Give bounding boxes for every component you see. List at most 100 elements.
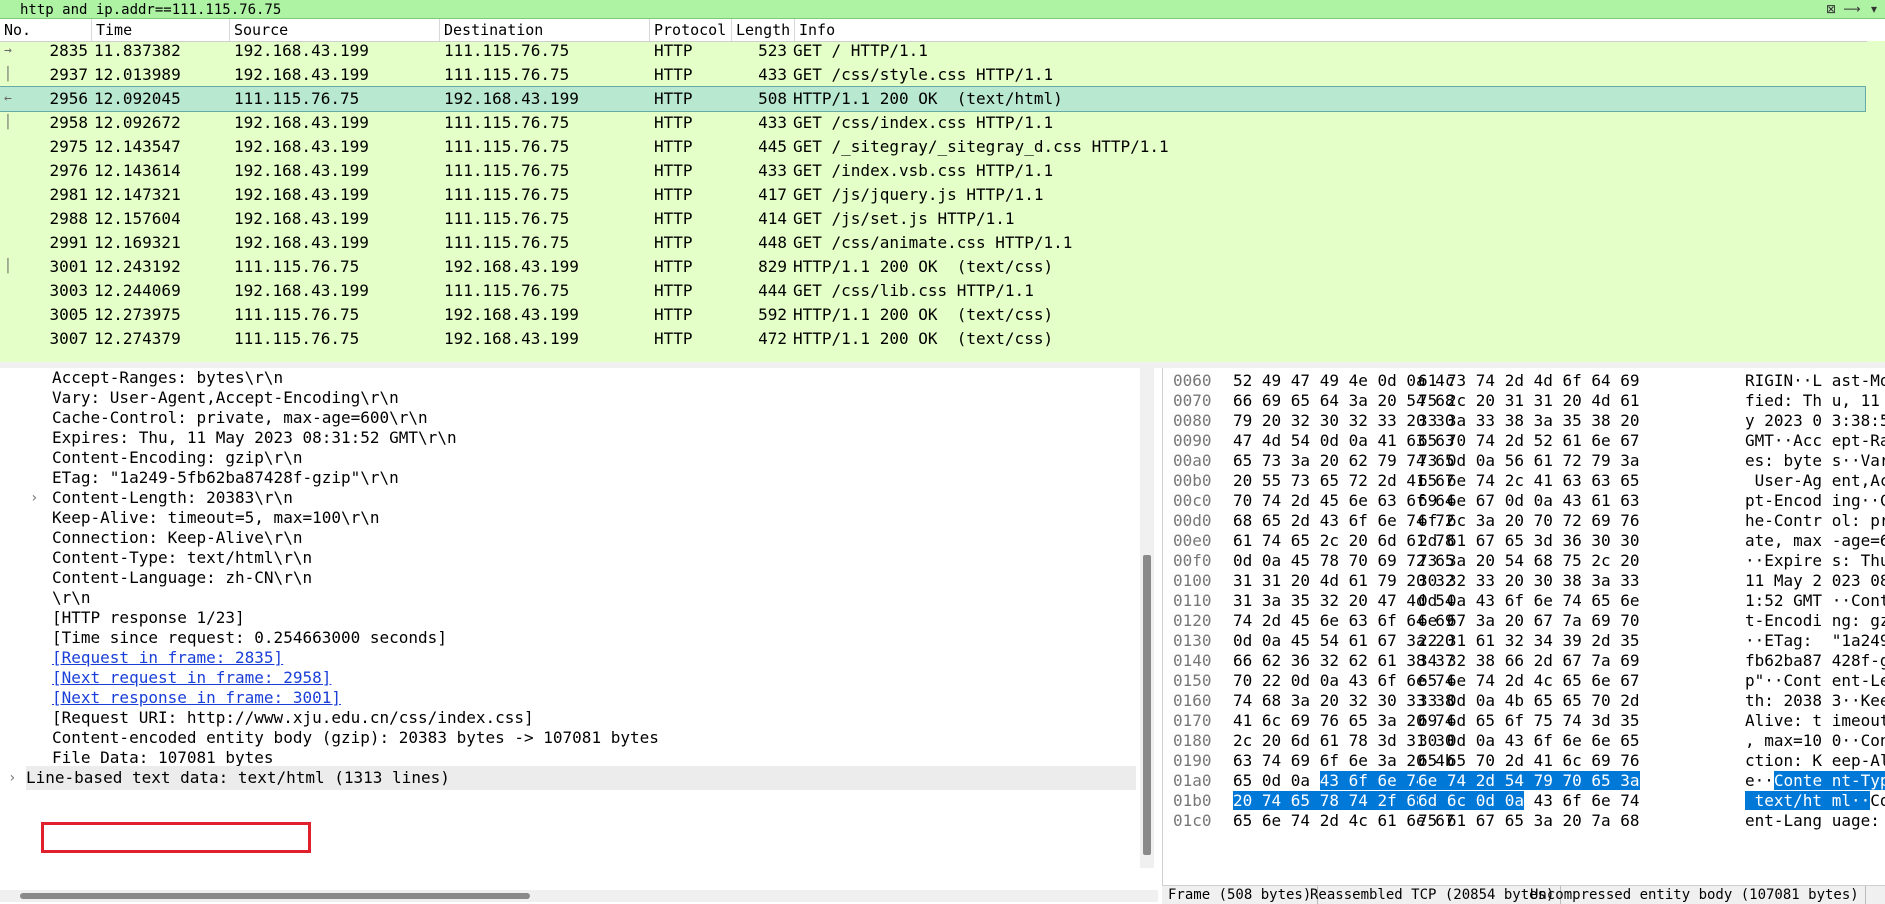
expand-arrow-icon[interactable]: › — [30, 490, 38, 506]
packet-destination: 192.168.43.199 — [444, 257, 579, 276]
column-header-info[interactable]: Info — [795, 19, 1885, 41]
packet-row[interactable]: → 2835 11.837382 192.168.43.199 111.115.76.7… — [0, 39, 1865, 63]
packet-time: 12.274379 — [94, 329, 181, 348]
packet-row[interactable]: │ 2958 12.092672 192.168.43.199 111.115.76.7… — [0, 111, 1865, 135]
filter-dropdown-icon[interactable]: ▾ — [1866, 1, 1882, 17]
column-header-destination[interactable]: Destination — [440, 19, 650, 41]
hex-bytes: 6f 6c 3a 20 70 72 69 76 — [1418, 511, 1640, 530]
tab-frame-bytes[interactable]: Frame (508 bytes) — [1162, 886, 1319, 904]
packet-length: 508 — [758, 89, 787, 108]
packet-source: 192.168.43.199 — [234, 65, 369, 84]
packet-destination: 111.115.76.75 — [444, 137, 570, 156]
hex-bytes-selected: 6d 6c 0d 0a — [1418, 791, 1524, 810]
packet-protocol: HTTP — [654, 113, 693, 132]
packet-source: 111.115.76.75 — [234, 329, 360, 348]
hex-bytes: 73 0d 0a 56 61 72 79 3a — [1418, 451, 1640, 470]
hex-bytes: 33 0d 0a 4b 65 65 70 2d — [1418, 691, 1640, 710]
packet-time: 12.143547 — [94, 137, 181, 156]
packet-number: 2988 — [49, 209, 88, 228]
packet-info: GET /_sitegray/_sitegray_d.css HTTP/1.1 — [793, 137, 1169, 156]
packet-time: 12.143614 — [94, 161, 181, 180]
details-scrollbar-thumb[interactable] — [1143, 555, 1151, 855]
tab-reassembled-tcp[interactable]: Reassembled TCP (20854 bytes) — [1304, 886, 1562, 904]
expand-arrow-icon[interactable]: › — [8, 770, 16, 786]
clear-filter-icon[interactable]: ⊠ — [1823, 1, 1839, 17]
packet-destination: 192.168.43.199 — [444, 89, 579, 108]
column-header-time[interactable]: Time — [92, 19, 230, 41]
tab-uncompressed-body[interactable]: Uncompressed entity body (107081 bytes) — [1524, 886, 1866, 904]
packet-destination: 192.168.43.199 — [444, 329, 579, 348]
bytes-row[interactable]: 01c0 65 6e 74 2d 4c 61 6e 67 75 61 67 65 3… — [1163, 809, 1885, 833]
hex-bytes: 65 65 70 2d 41 6c 69 76 — [1418, 751, 1640, 770]
packet-row[interactable]: 2991 12.169321 192.168.43.199 111.115.76.75… — [0, 231, 1865, 255]
display-filter-bar: ⊠ ⟶ ▾ — [0, 0, 1885, 20]
hex-bytes: 34 32 38 66 2d 67 7a 69 — [1418, 651, 1640, 670]
packet-info: HTTP/1.1 200 OK (text/css) — [793, 257, 1054, 276]
packet-row[interactable]: ← 2956 12.092045 111.115.76.75 192.168.43.19… — [0, 86, 1866, 112]
ascii-text: y 2023 0 3:38:58 — [1745, 411, 1885, 430]
packet-time: 12.273975 — [94, 305, 181, 324]
packet-row[interactable]: 2981 12.147321 192.168.43.199 111.115.76.75… — [0, 183, 1865, 207]
packet-protocol: HTTP — [654, 305, 693, 324]
detail-field[interactable]: Content-Language: zh-CN\r\n — [52, 566, 312, 590]
packet-protocol: HTTP — [654, 233, 693, 252]
packet-source: 111.115.76.75 — [234, 305, 360, 324]
packet-length: 417 — [758, 185, 787, 204]
packet-length: 414 — [758, 209, 787, 228]
packet-protocol: HTTP — [654, 257, 693, 276]
packet-time: 12.092672 — [94, 113, 181, 132]
hex-bytes: 69 6d 65 6f 75 74 3d 35 — [1418, 711, 1640, 730]
packet-info: GET / HTTP/1.1 — [793, 41, 928, 60]
packet-destination: 111.115.76.75 — [444, 113, 570, 132]
packet-row[interactable]: 2988 12.157604 192.168.43.199 111.115.76.75… — [0, 207, 1865, 231]
packet-row[interactable]: 3007 12.274379 111.115.76.75 192.168.43.199… — [0, 327, 1865, 351]
packet-info: HTTP/1.1 200 OK (text/css) — [793, 305, 1054, 324]
column-header-protocol[interactable]: Protocol — [650, 19, 732, 41]
packet-row[interactable]: 2976 12.143614 192.168.43.199 111.115.76.75… — [0, 159, 1865, 183]
ascii-dump: ent-Lang uage: zh — [1745, 809, 1885, 833]
hex-bytes: 33 3a 33 38 3a 35 38 20 — [1418, 411, 1640, 430]
apply-filter-icon[interactable]: ⟶ — [1842, 1, 1862, 17]
packet-time: 12.169321 — [94, 233, 181, 252]
packet-source: 192.168.43.199 — [234, 161, 369, 180]
packet-time: 12.244069 — [94, 281, 181, 300]
ascii-text: fb62ba87 428f-gzi — [1745, 651, 1885, 670]
column-header-length[interactable]: Length — [732, 19, 795, 41]
packet-protocol: HTTP — [654, 65, 693, 84]
packet-destination: 111.115.76.75 — [444, 161, 570, 180]
hex-bytes: 75 61 67 65 3a 20 7a 68 — [1418, 811, 1640, 830]
packet-length: 829 — [758, 257, 787, 276]
ascii-text: th: 2038 3··Keep- — [1745, 691, 1885, 710]
ascii-text: es: byte s··Vary: — [1745, 451, 1885, 470]
packet-row[interactable]: │ 2937 12.013989 192.168.43.199 111.115.76.7… — [0, 63, 1865, 87]
packet-protocol: HTTP — [654, 329, 693, 348]
packet-number: 3005 — [49, 305, 88, 324]
packet-row[interactable]: 3003 12.244069 192.168.43.199 111.115.76.75… — [0, 279, 1865, 303]
packet-number: 2981 — [49, 185, 88, 204]
packet-row[interactable]: 3005 12.273975 111.115.76.75 192.168.43.199… — [0, 303, 1865, 327]
ascii-text: 1:52 GMT ··Conten — [1745, 591, 1885, 610]
hex-bytes: 75 2c 20 31 31 20 4d 61 — [1418, 391, 1640, 410]
ascii-text: ate, max -age=600 — [1745, 531, 1885, 550]
packet-row[interactable]: │ 3001 12.243192 111.115.76.75 192.168.43.19… — [0, 255, 1865, 279]
packet-length: 445 — [758, 137, 787, 156]
hex-bytes: 0d 0a 43 6f 6e 74 65 6e — [1418, 591, 1640, 610]
packet-protocol: HTTP — [654, 209, 693, 228]
details-hscroll-thumb[interactable] — [20, 893, 530, 899]
column-header-no[interactable]: No. — [0, 19, 92, 41]
hex-bytes-selected: 6e 74 2d 54 79 70 65 3a — [1418, 771, 1640, 790]
packet-protocol: HTTP — [654, 185, 693, 204]
column-header-source[interactable]: Source — [230, 19, 440, 41]
packet-row[interactable]: 2975 12.143547 192.168.43.199 111.115.76.75… — [0, 135, 1865, 159]
packet-source: 192.168.43.199 — [234, 137, 369, 156]
packet-number: 3001 — [49, 257, 88, 276]
packet-length: 448 — [758, 233, 787, 252]
packet-time: 12.243192 — [94, 257, 181, 276]
packet-source: 192.168.43.199 — [234, 41, 369, 60]
detail-field-line-based-text[interactable]: Line-based text data: text/html (1313 li… — [26, 766, 1136, 790]
ascii-text: User-Ag ent,Acce — [1754, 471, 1885, 490]
packet-number: 2976 — [49, 161, 88, 180]
packet-list-scrollbar[interactable] — [1867, 41, 1885, 362]
display-filter-input[interactable] — [18, 0, 1802, 20]
packet-protocol: HTTP — [654, 281, 693, 300]
